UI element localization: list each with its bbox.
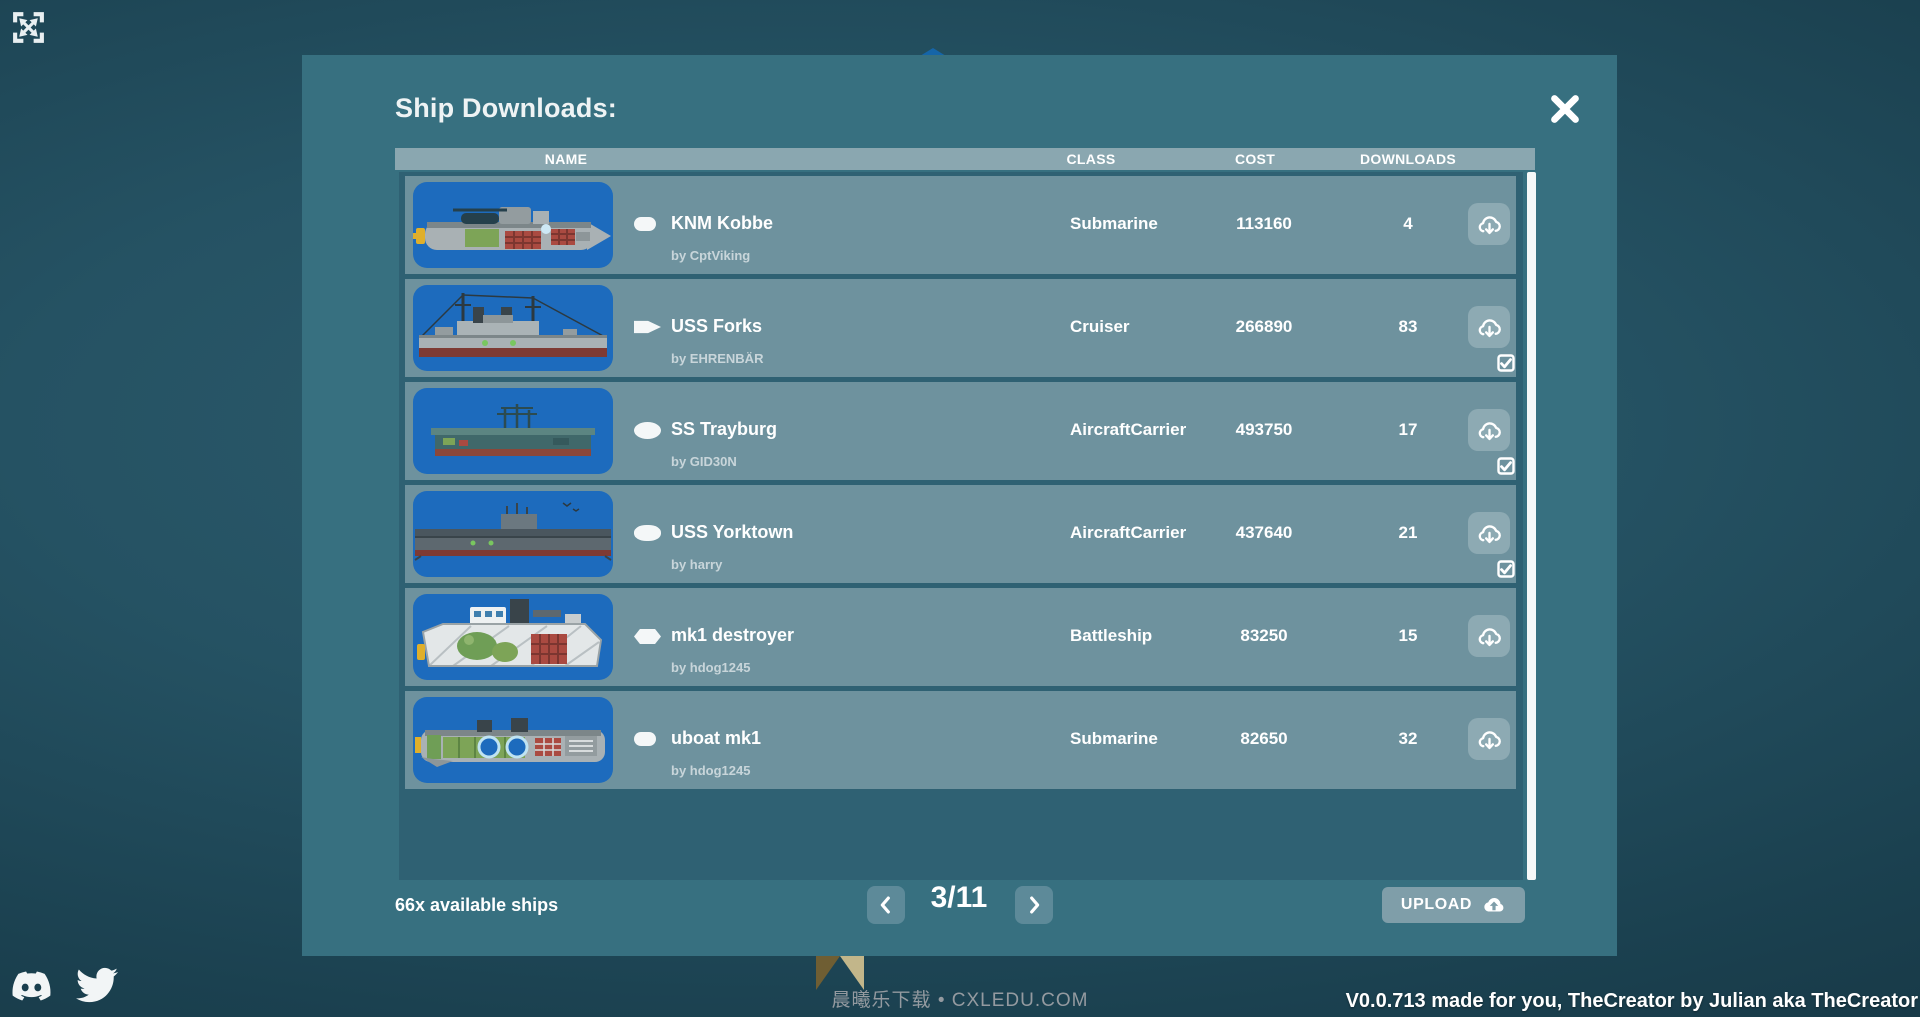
chevron-right-icon [1023,894,1045,916]
column-header-cost: COST [1235,151,1275,167]
ship-name: KNM Kobbe [671,213,773,234]
cloud-download-icon [1476,520,1503,547]
cloud-download-icon [1476,314,1503,341]
download-button[interactable] [1468,718,1510,760]
ship-author: by GID30N [671,454,737,469]
twitter-icon[interactable] [74,964,120,1006]
downloaded-checkbox[interactable] [1497,457,1515,475]
ship-downloads-count: 17 [1348,420,1468,440]
next-page-button[interactable] [1015,886,1053,924]
page-indicator: 3/11 [899,881,1019,915]
ship-row[interactable]: KNM Kobbe by CptViking Submarine 113160 … [405,176,1516,274]
ship-row[interactable]: uboat mk1 by hdog1245 Submarine 82650 32 [405,691,1516,789]
ship-author: by hdog1245 [671,660,750,675]
table-body: KNM Kobbe by CptViking Submarine 113160 … [399,172,1523,880]
table-header: NAME CLASS COST DOWNLOADS [395,148,1535,170]
downloaded-checkbox[interactable] [1497,354,1515,372]
game-screen: Ship Downloads: NAME CLASS COST DOWNLOAD… [0,0,1920,1017]
ship-name: mk1 destroyer [671,625,794,646]
cloud-download-icon [1476,726,1503,753]
ship-class: Submarine [1070,214,1158,234]
ship-cost: 83250 [1194,626,1334,646]
column-header-downloads: DOWNLOADS [1360,151,1456,167]
ship-cost: 437640 [1194,523,1334,543]
ship-class: Cruiser [1070,317,1130,337]
ship-downloads-count: 21 [1348,523,1468,543]
scrollbar[interactable] [1527,172,1536,880]
ship-thumbnail [413,697,613,783]
ship-name: uboat mk1 [671,728,761,749]
ship-class: Submarine [1070,729,1158,749]
download-button[interactable] [1468,306,1510,348]
downloaded-checkbox[interactable] [1497,560,1515,578]
ship-downloads-count: 83 [1348,317,1468,337]
ship-name: SS Trayburg [671,419,777,440]
column-header-name: NAME [545,151,587,167]
checked-checkbox-icon [1497,560,1515,578]
ship-silhouette-icon [634,629,661,644]
ship-thumbnail [413,594,613,680]
ship-downloads-count: 32 [1348,729,1468,749]
ship-downloads-count: 15 [1348,626,1468,646]
download-button[interactable] [1468,203,1510,245]
upload-button[interactable]: UPLOAD [1382,887,1525,923]
ship-class: AircraftCarrier [1070,420,1186,440]
ship-downloads-count: 4 [1348,214,1468,234]
discord-icon[interactable] [9,967,54,1005]
column-header-class: CLASS [1067,151,1116,167]
checked-checkbox-icon [1497,457,1515,475]
ship-author: by CptViking [671,248,750,263]
ship-author: by EHRENBÄR [671,351,763,366]
close-x-icon [1547,91,1583,127]
ship-class: AircraftCarrier [1070,523,1186,543]
ship-thumbnail [413,285,613,371]
dialog-title: Ship Downloads: [395,93,617,124]
cloud-download-icon [1476,417,1503,444]
ship-row[interactable]: SS Trayburg by GID30N AircraftCarrier 49… [405,382,1516,480]
version-text: V0.0.713 made for you, TheCreator by Jul… [1346,990,1918,1013]
ship-name: USS Forks [671,316,762,337]
fullscreen-icon[interactable] [10,9,47,46]
cloud-download-icon [1476,623,1503,650]
ship-silhouette-icon [634,525,661,541]
ship-cost: 493750 [1194,420,1334,440]
ship-author: by hdog1245 [671,763,750,778]
ship-silhouette-icon [634,732,656,746]
chevron-left-icon [875,894,897,916]
download-button[interactable] [1468,409,1510,451]
upload-label: UPLOAD [1401,896,1472,914]
ship-class: Battleship [1070,626,1152,646]
ship-row[interactable]: mk1 destroyer by hdog1245 Battleship 832… [405,588,1516,686]
ship-author: by harry [671,557,722,572]
download-button[interactable] [1468,615,1510,657]
ship-thumbnail [413,388,613,474]
ship-silhouette-icon [634,319,661,335]
ship-cost: 82650 [1194,729,1334,749]
download-button[interactable] [1468,512,1510,554]
watermark: 晨曦乐下载 • CXLEDU.COM [832,985,1089,1012]
close-button[interactable] [1547,91,1583,127]
ship-name: USS Yorktown [671,522,793,543]
ship-thumbnail [413,491,613,577]
cloud-upload-icon [1482,893,1506,917]
available-ships-count: 66x available ships [395,895,558,916]
ship-thumbnail [413,182,613,268]
ship-row[interactable]: USS Yorktown by harry AircraftCarrier 43… [405,485,1516,583]
ship-row[interactable]: USS Forks by EHRENBÄR Cruiser 266890 83 [405,279,1516,377]
checked-checkbox-icon [1497,354,1515,372]
ship-silhouette-icon [634,422,661,439]
ship-silhouette-icon [634,217,656,231]
cloud-download-icon [1476,211,1503,238]
ship-downloads-dialog: Ship Downloads: NAME CLASS COST DOWNLOAD… [302,55,1617,956]
ship-cost: 266890 [1194,317,1334,337]
ship-cost: 113160 [1194,214,1334,234]
